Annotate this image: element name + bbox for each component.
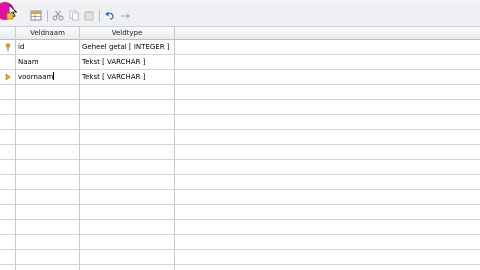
undo-icon[interactable] bbox=[104, 10, 116, 21]
key-icon bbox=[5, 43, 11, 51]
empty-row[interactable] bbox=[0, 190, 480, 205]
empty-row[interactable] bbox=[0, 250, 480, 265]
column-divider bbox=[174, 27, 175, 270]
field-type-cell[interactable]: Tekst [ VARCHAR ] bbox=[80, 55, 174, 69]
field-definition-grid: Veldnaam Veldtype id Geheel getal [ INTE… bbox=[0, 27, 480, 270]
table-row[interactable]: Naam Tekst [ VARCHAR ] bbox=[0, 55, 480, 70]
field-name-input[interactable]: voornaam bbox=[16, 70, 79, 84]
empty-row[interactable] bbox=[0, 175, 480, 190]
toolbar-separator bbox=[99, 10, 100, 22]
cut-icon[interactable] bbox=[52, 10, 64, 21]
toolbar-separator bbox=[47, 10, 48, 22]
empty-row[interactable] bbox=[0, 160, 480, 175]
primary-key-icon[interactable] bbox=[4, 10, 16, 21]
text-caret bbox=[53, 72, 55, 80]
toolbar bbox=[0, 2, 480, 27]
field-type-cell[interactable]: Geheel getal [ INTEGER ] bbox=[80, 40, 174, 54]
field-type-cell[interactable]: Tekst [ VARCHAR ] bbox=[80, 70, 174, 84]
empty-row[interactable] bbox=[0, 220, 480, 235]
column-header-veldtype[interactable]: Veldtype bbox=[80, 27, 174, 39]
paste-icon[interactable] bbox=[83, 10, 95, 21]
copy-icon[interactable] bbox=[68, 10, 80, 21]
empty-row[interactable] bbox=[0, 130, 480, 145]
table-row[interactable]: id Geheel getal [ INTEGER ] bbox=[0, 40, 480, 55]
empty-row[interactable] bbox=[0, 205, 480, 220]
field-name-cell[interactable]: Naam bbox=[16, 55, 79, 69]
empty-row[interactable] bbox=[0, 145, 480, 160]
empty-row[interactable] bbox=[0, 100, 480, 115]
column-header-veldnaam[interactable]: Veldnaam bbox=[16, 27, 79, 39]
field-name-input-value: voornaam bbox=[18, 73, 54, 81]
column-divider bbox=[15, 27, 16, 270]
field-name-cell[interactable]: id bbox=[16, 40, 79, 54]
table-row[interactable]: voornaam Tekst [ VARCHAR ] bbox=[0, 70, 480, 85]
current-row-arrow-icon bbox=[5, 73, 11, 81]
column-divider bbox=[79, 27, 80, 270]
empty-row[interactable] bbox=[0, 235, 480, 250]
table-icon[interactable] bbox=[30, 10, 42, 21]
redo-icon[interactable] bbox=[119, 10, 131, 21]
empty-row[interactable] bbox=[0, 115, 480, 130]
empty-row[interactable] bbox=[0, 85, 480, 100]
grid-header: Veldnaam Veldtype bbox=[0, 27, 480, 40]
